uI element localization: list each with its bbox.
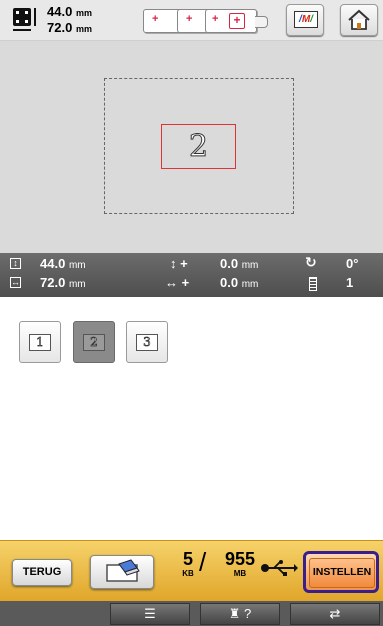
memory-total-unit: MB (233, 569, 247, 578)
top-bar: 44.0 mm 72.0 mm + + + + /M/ (0, 0, 383, 41)
help-button[interactable]: ♜ ? (200, 603, 280, 625)
pattern-option-label: 2 (83, 334, 105, 351)
usb-icon (260, 557, 298, 585)
hoop-small-selected: + (229, 13, 245, 29)
rotation-angle: 0° (346, 256, 359, 271)
memory-erase-button[interactable] (90, 555, 154, 589)
set-button-label: INSTELLEN (309, 558, 375, 588)
pattern-option-2[interactable]: 2 (73, 321, 115, 363)
pattern-option-label: 1 (29, 334, 51, 351)
thread-change-count: 1 (346, 275, 354, 290)
presser-foot-change-icon[interactable]: ⇄ (290, 603, 380, 625)
pattern-option-3[interactable]: 3 (126, 321, 168, 363)
embroidery-size-icon (10, 6, 40, 34)
pattern-glyph: 2 (188, 128, 209, 164)
memory-total: 955 (224, 549, 256, 569)
info-height: 44.0 mm (40, 256, 86, 271)
height-readout: 44.0 mm (47, 4, 92, 19)
vertical-offset-icon: ↕ + (170, 256, 188, 271)
rotation-icon: ↻ (305, 254, 317, 270)
pattern-info-bar: ↕ ↔ 44.0 mm 72.0 mm ↕ + ↔ + 0.0 mm 0.0 m… (0, 253, 383, 297)
home-button[interactable] (340, 4, 378, 36)
thread-color-display-icon: /M/ (294, 11, 318, 28)
memory-slash: / (199, 547, 207, 577)
bottom-bar: TERUG 5 KB / 955 MB INSTELLEN (0, 540, 383, 601)
vertical-offset: 0.0 mm (220, 256, 259, 271)
width-icon: ↔ (10, 277, 21, 288)
width-readout: 72.0 mm (47, 20, 92, 35)
thread-color-button[interactable]: /M/ (286, 4, 324, 36)
footer-strip: ☰ ♜ ? ⇄ (0, 601, 383, 626)
horizontal-offset-icon: ↔ + (165, 275, 190, 290)
horizontal-offset: 0.0 mm (220, 275, 259, 290)
pattern-preview-area[interactable]: 2 (0, 41, 383, 253)
pattern-frame[interactable]: 2 (161, 124, 236, 169)
eraser-icon (106, 559, 140, 582)
hoop-tail (255, 16, 268, 28)
pattern-option-1[interactable]: 1 (19, 321, 61, 363)
list-icon[interactable]: ☰ (110, 603, 190, 625)
back-button[interactable]: TERUG (12, 559, 72, 586)
home-icon (348, 9, 370, 30)
height-icon: ↕ (10, 258, 21, 269)
info-width: 72.0 mm (40, 275, 86, 290)
hoop-size-indicator: + + + + (143, 6, 268, 34)
pattern-option-label: 3 (136, 334, 158, 351)
memory-used-unit: KB (182, 569, 194, 578)
thread-spool-icon (309, 277, 317, 291)
sewing-machine-icon: ♜ (228, 606, 241, 621)
set-button[interactable]: INSTELLEN (303, 551, 379, 593)
